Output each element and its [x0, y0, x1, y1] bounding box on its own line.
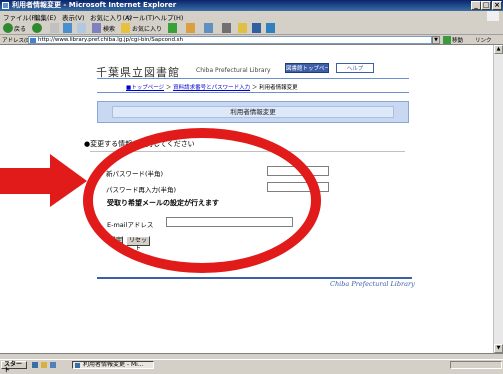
edit-icon[interactable]	[238, 23, 247, 33]
footer-text: Chiba Prefectural Library	[330, 280, 415, 288]
favorites-icon[interactable]	[121, 23, 130, 33]
taskbar: スタート 利用者情報変更 - Mi...	[0, 359, 503, 374]
start-button[interactable]: スタート	[1, 361, 27, 374]
address-dropdown[interactable]: ▼	[432, 36, 440, 44]
print-icon[interactable]	[222, 23, 231, 33]
media-icon[interactable]	[168, 23, 177, 33]
taskbar-ie-window[interactable]: 利用者情報変更 - Mi...	[72, 361, 154, 369]
close-button[interactable]: ×	[492, 1, 502, 10]
scroll-up-icon[interactable]: ▲	[494, 45, 503, 54]
mail-quicklaunch-icon[interactable]	[50, 362, 56, 368]
back-icon[interactable]	[3, 23, 13, 33]
system-tray	[450, 361, 502, 369]
address-bar: アドレス(D) http://www.library.pref.chiba.lg…	[0, 35, 503, 45]
taskbar-ie-label: 利用者情報変更 - Mi...	[83, 361, 144, 368]
section-header: 利用者情報変更	[97, 101, 409, 123]
word-icon[interactable]	[252, 23, 261, 33]
desktop-quicklaunch-icon[interactable]	[41, 362, 47, 368]
address-input[interactable]: http://www.library.pref.chiba.lg.jp/cgi-…	[28, 36, 432, 44]
page-icon	[30, 38, 36, 43]
go-icon[interactable]	[443, 36, 451, 44]
back-label[interactable]: 戻る	[14, 24, 26, 33]
library-top-button[interactable]: 図書館トップページ	[285, 63, 329, 73]
window-title: 利用者情報変更 - Microsoft Internet Explorer	[12, 1, 177, 9]
breadcrumb: ■トップページ ＞ 資料請求番号とパスワード入力 ＞ 利用者情報変更	[126, 83, 298, 91]
title-bar: 利用者情報変更 - Microsoft Internet Explorer _ …	[0, 0, 503, 11]
breadcrumb-top-link[interactable]: ■トップページ	[126, 85, 164, 91]
breadcrumb-password-link[interactable]: 資料請求番号とパスワード入力	[173, 85, 250, 91]
mail-icon[interactable]	[204, 23, 213, 33]
maximize-button[interactable]: □	[481, 1, 491, 10]
links-button[interactable]: リンク	[475, 36, 492, 44]
help-button[interactable]: ヘルプ	[336, 63, 374, 73]
minimize-button[interactable]: _	[471, 1, 481, 10]
section-title: 利用者情報変更	[112, 106, 394, 118]
address-url: http://www.library.pref.chiba.lg.jp/cgi-…	[38, 37, 184, 43]
toolbar: 戻る 検索 お気に入り	[0, 21, 503, 35]
breadcrumb-current: 利用者情報変更	[259, 85, 298, 91]
ie-icon	[2, 2, 9, 9]
search-icon[interactable]	[92, 23, 101, 33]
go-button[interactable]: 移動	[452, 36, 463, 44]
history-icon[interactable]	[186, 23, 195, 33]
annotation-circle	[83, 128, 321, 273]
breadcrumb-separator: ＞	[251, 85, 258, 91]
breadcrumb-separator: ＞	[165, 85, 172, 91]
stop-icon[interactable]	[50, 23, 59, 33]
footer-rule	[97, 277, 412, 279]
library-subtitle: Chiba Prefectural Library	[196, 67, 271, 74]
windows-logo-icon	[487, 11, 499, 21]
header-rule	[97, 78, 409, 79]
ie-quicklaunch-icon[interactable]	[32, 362, 38, 368]
breadcrumb-rule	[97, 92, 409, 93]
home-icon[interactable]	[77, 23, 86, 33]
menu-bar: ファイル(F) 編集(E) 表示(V) お気に入り(A) ツール(T) ヘルプ(…	[0, 11, 503, 22]
vertical-scrollbar[interactable]: ▲ ▼	[493, 45, 503, 353]
messenger-icon[interactable]	[266, 23, 275, 33]
forward-icon[interactable]	[32, 23, 42, 33]
scroll-down-icon[interactable]: ▼	[494, 344, 503, 353]
favorites-label[interactable]: お気に入り	[132, 24, 162, 33]
search-label[interactable]: 検索	[103, 24, 115, 33]
annotation-arrow	[0, 154, 87, 207]
refresh-icon[interactable]	[63, 23, 72, 33]
ie-task-icon	[75, 363, 80, 368]
